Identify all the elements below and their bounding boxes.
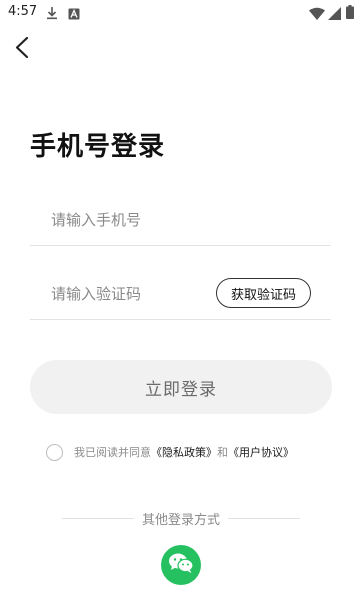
login-button[interactable]: 立即登录 bbox=[30, 360, 332, 414]
accessibility-icon bbox=[68, 5, 80, 24]
agreement-row: 我已阅读并同意《隐私政策》和《用户协议》 bbox=[46, 442, 294, 462]
status-bar: 4:57 bbox=[0, 0, 362, 24]
back-button[interactable] bbox=[8, 32, 36, 62]
agreement-text: 我已阅读并同意《隐私政策》和《用户协议》 bbox=[74, 444, 294, 460]
phone-field bbox=[30, 198, 331, 246]
wifi-icon bbox=[309, 5, 325, 24]
agreement-checkbox[interactable] bbox=[46, 443, 63, 461]
divider-line-right bbox=[228, 517, 301, 519]
phone-input[interactable] bbox=[30, 198, 330, 242]
wechat-icon bbox=[168, 552, 194, 578]
download-icon bbox=[46, 5, 58, 24]
signal-icon bbox=[328, 5, 341, 24]
battery-icon bbox=[346, 4, 354, 23]
verification-code-input[interactable] bbox=[30, 272, 210, 316]
agreement-conjunction: 和 bbox=[217, 446, 228, 459]
divider-line-left bbox=[62, 517, 134, 519]
agreement-prefix: 我已阅读并同意 bbox=[74, 446, 151, 459]
get-code-button[interactable]: 获取验证码 bbox=[216, 278, 311, 308]
wechat-login-button[interactable] bbox=[161, 545, 201, 585]
login-screen: 4:57 手机号登录 获取验证码 立即登录 我已阅读并同意《隐私政策 bbox=[0, 0, 362, 609]
chevron-left-icon bbox=[8, 36, 36, 66]
other-login-label: 其他登录方式 bbox=[142, 512, 221, 528]
user-agreement-link[interactable]: 《用户协议》 bbox=[228, 446, 294, 459]
page-title: 手机号登录 bbox=[30, 132, 166, 162]
privacy-policy-link[interactable]: 《隐私政策》 bbox=[151, 446, 217, 459]
status-time: 4:57 bbox=[8, 4, 38, 19]
other-login-divider: 其他登录方式 bbox=[62, 508, 301, 528]
code-field: 获取验证码 bbox=[30, 272, 331, 320]
